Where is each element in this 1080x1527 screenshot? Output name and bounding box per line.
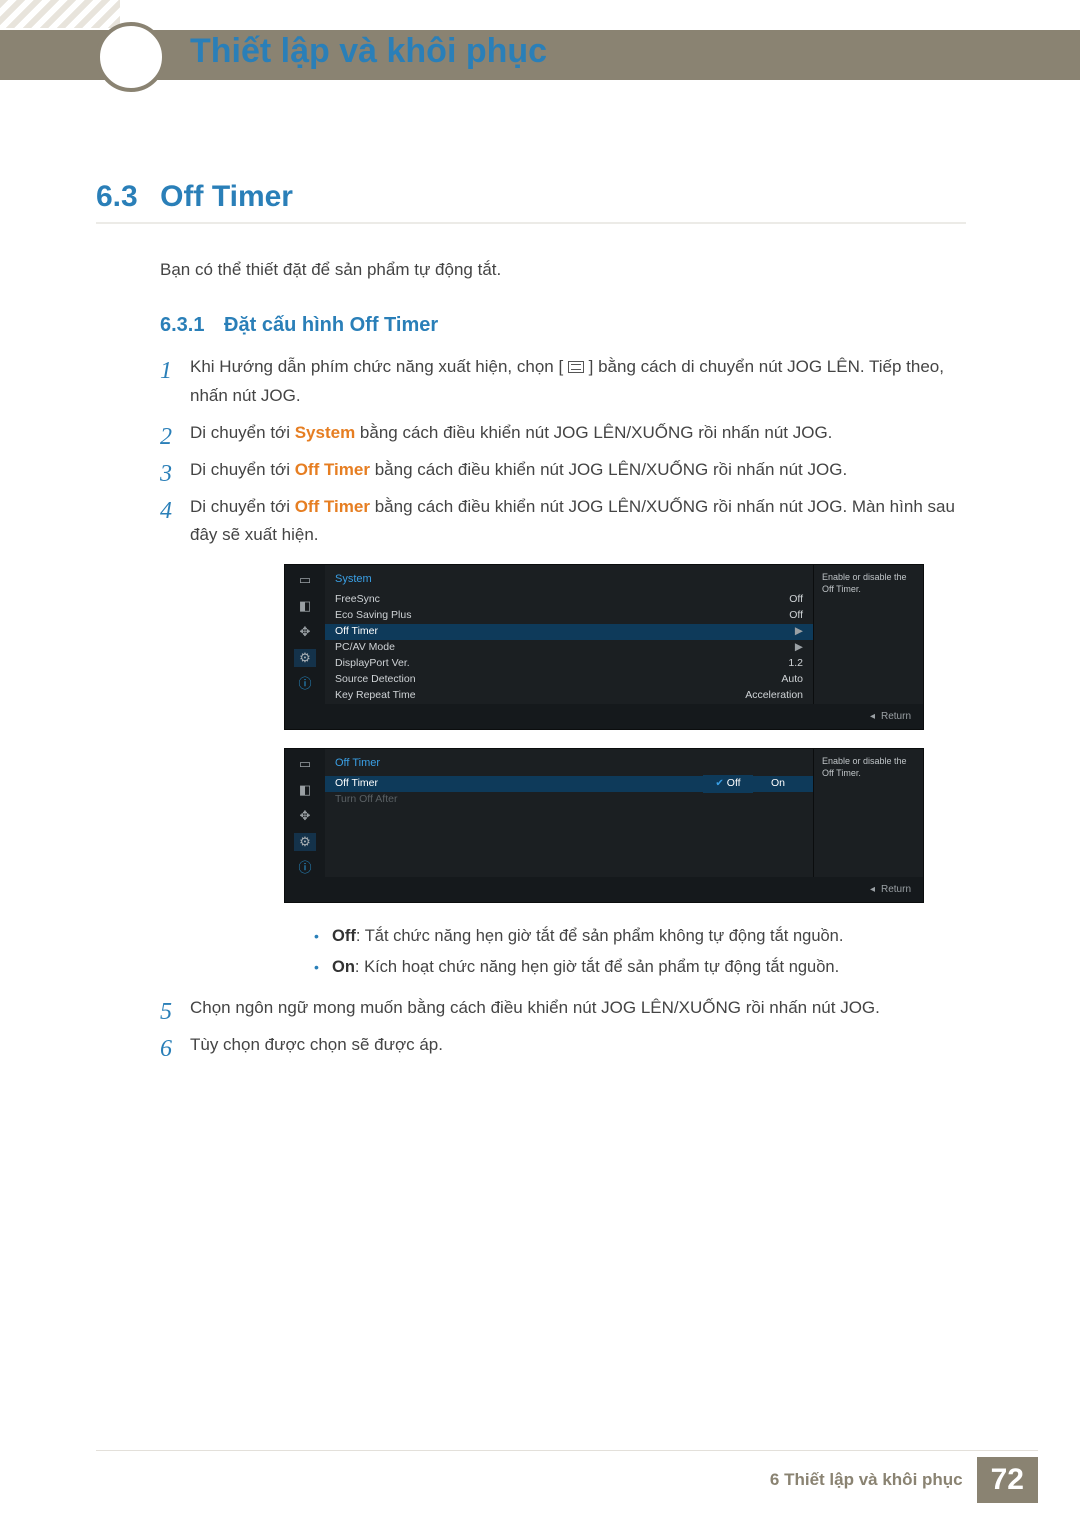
osd-help-panel: Enable or disable the Off Timer. bbox=[813, 749, 923, 877]
sidebar-picture-icon: ▭ bbox=[294, 571, 316, 589]
step-text: Chọn ngôn ngữ mong muốn bằng cách điều k… bbox=[190, 998, 880, 1017]
sidebar-system-icon: ⚙ bbox=[294, 649, 316, 667]
step-text: Tùy chọn được chọn sẽ được áp. bbox=[190, 1035, 443, 1054]
osd-row: FreeSyncOff bbox=[325, 592, 813, 608]
step-number: 5 bbox=[160, 992, 172, 1033]
keyword-offtimer: Off Timer bbox=[295, 497, 370, 516]
sidebar-nav-icon: ✥ bbox=[294, 623, 316, 641]
osd-body: ▭ ◧ ✥ ⚙ ⓘ Off Timer Off Timer bbox=[285, 749, 923, 877]
section-heading: 6.3 Off Timer bbox=[96, 180, 966, 224]
osd-main: Off Timer Off Timer ✔Off On Turn Off Aft… bbox=[325, 749, 813, 877]
check-icon: ✔ bbox=[715, 778, 723, 789]
osd-screenshots: ▭ ◧ ✥ ⚙ ⓘ System FreeSyncOff Eco Saving … bbox=[284, 564, 966, 903]
step-text: Khi Hướng dẫn phím chức năng xuất hiện, … bbox=[190, 357, 563, 376]
subsection-heading: 6.3.1 Đặt cấu hình Off Timer bbox=[160, 314, 966, 337]
step-text: bằng cách điều khiển nút JOG LÊN/XUỐNG r… bbox=[360, 423, 832, 442]
osd-row: Eco Saving PlusOff bbox=[325, 608, 813, 624]
step-text: Di chuyển tới bbox=[190, 460, 295, 479]
step-number: 1 bbox=[160, 351, 172, 392]
osd-sidebar: ▭ ◧ ✥ ⚙ ⓘ bbox=[285, 565, 325, 704]
content-area: 6.3 Off Timer Bạn có thể thiết đặt để sả… bbox=[96, 180, 966, 1068]
step-number: 3 bbox=[160, 454, 172, 495]
step-number: 4 bbox=[160, 491, 172, 532]
step-number: 6 bbox=[160, 1029, 172, 1070]
section-underline bbox=[96, 222, 966, 224]
step-1: 1 Khi Hướng dẫn phím chức năng xuất hiện… bbox=[160, 353, 966, 411]
osd-main: System FreeSyncOff Eco Saving PlusOff Of… bbox=[325, 565, 813, 704]
osd-row: Turn Off After bbox=[325, 792, 813, 808]
step-2: 2 Di chuyển tới System bằng cách điều kh… bbox=[160, 419, 966, 448]
step-number: 2 bbox=[160, 417, 172, 458]
step-3: 3 Di chuyển tới Off Timer bằng cách điều… bbox=[160, 456, 966, 485]
step-5: 5 Chọn ngôn ngữ mong muốn bằng cách điều… bbox=[160, 994, 966, 1023]
steps-list: 1 Khi Hướng dẫn phím chức năng xuất hiện… bbox=[160, 353, 966, 1060]
chapter-badge bbox=[96, 22, 166, 92]
step-text: Di chuyển tới bbox=[190, 423, 295, 442]
osd-row: Source DetectionAuto bbox=[325, 672, 813, 688]
sidebar-info-icon: ⓘ bbox=[294, 859, 316, 877]
osd-footer: ◂ Return bbox=[285, 877, 923, 902]
step-4: 4 Di chuyển tới Off Timer bằng cách điều… bbox=[160, 493, 966, 984]
intro-text: Bạn có thể thiết đặt để sản phẩm tự động… bbox=[160, 260, 966, 280]
step-text: bằng cách điều khiển nút JOG LÊN/XUỐNG r… bbox=[375, 460, 847, 479]
return-arrow-icon: ◂ bbox=[870, 708, 875, 725]
sidebar-system-icon: ⚙ bbox=[294, 833, 316, 851]
menu-icon bbox=[568, 361, 584, 373]
keyword-system: System bbox=[295, 423, 355, 442]
sidebar-info-icon: ⓘ bbox=[294, 675, 316, 693]
return-label: Return bbox=[881, 881, 911, 898]
option-descriptions: Off: Tắt chức năng hẹn giờ tắt để sản ph… bbox=[314, 921, 966, 984]
page-number: 72 bbox=[977, 1457, 1038, 1503]
keyword-offtimer: Off Timer bbox=[295, 460, 370, 479]
step-text: Di chuyển tới bbox=[190, 497, 295, 516]
sidebar-nav-icon: ✥ bbox=[294, 807, 316, 825]
osd-help-panel: Enable or disable the Off Timer. bbox=[813, 565, 923, 704]
osd-row: DisplayPort Ver.1.2 bbox=[325, 656, 813, 672]
bullet-on: On: Kích hoạt chức năng hẹn giờ tắt để s… bbox=[314, 952, 966, 983]
chapter-title: Thiết lập và khôi phục bbox=[190, 32, 547, 71]
footer-rule bbox=[96, 1450, 1038, 1451]
osd-title: Off Timer bbox=[325, 749, 813, 776]
footer-chapter: 6 Thiết lập và khôi phục bbox=[770, 1470, 963, 1490]
osd-row-selected: Off Timer ✔Off On bbox=[325, 776, 813, 792]
step-6: 6 Tùy chọn được chọn sẽ được áp. bbox=[160, 1031, 966, 1060]
osd-row: Key Repeat TimeAcceleration bbox=[325, 688, 813, 704]
osd-offtimer-menu: ▭ ◧ ✥ ⚙ ⓘ Off Timer Off Timer bbox=[284, 748, 924, 903]
return-label: Return bbox=[881, 708, 911, 725]
osd-sidebar: ▭ ◧ ✥ ⚙ ⓘ bbox=[285, 749, 325, 877]
osd-row: PC/AV Mode▶ bbox=[325, 640, 813, 656]
osd-row-selected: Off Timer▶ bbox=[325, 624, 813, 640]
bullet-off: Off: Tắt chức năng hẹn giờ tắt để sản ph… bbox=[314, 921, 966, 952]
page-footer: 6 Thiết lập và khôi phục 72 bbox=[770, 1457, 1038, 1503]
section-title: Off Timer bbox=[160, 180, 293, 214]
section-number: 6.3 bbox=[96, 180, 138, 214]
subsection-number: 6.3.1 bbox=[160, 314, 204, 336]
osd-title: System bbox=[325, 565, 813, 592]
osd-footer: ◂ Return bbox=[285, 704, 923, 729]
corner-decor bbox=[0, 0, 120, 28]
subsection-title: Đặt cấu hình Off Timer bbox=[224, 314, 438, 336]
osd-system-menu: ▭ ◧ ✥ ⚙ ⓘ System FreeSyncOff Eco Saving … bbox=[284, 564, 924, 730]
sidebar-color-icon: ◧ bbox=[294, 781, 316, 799]
sidebar-picture-icon: ▭ bbox=[294, 755, 316, 773]
return-arrow-icon: ◂ bbox=[870, 881, 875, 898]
page: Thiết lập và khôi phục 6.3 Off Timer Bạn… bbox=[0, 0, 1080, 1527]
sidebar-color-icon: ◧ bbox=[294, 597, 316, 615]
osd-body: ▭ ◧ ✥ ⚙ ⓘ System FreeSyncOff Eco Saving … bbox=[285, 565, 923, 704]
